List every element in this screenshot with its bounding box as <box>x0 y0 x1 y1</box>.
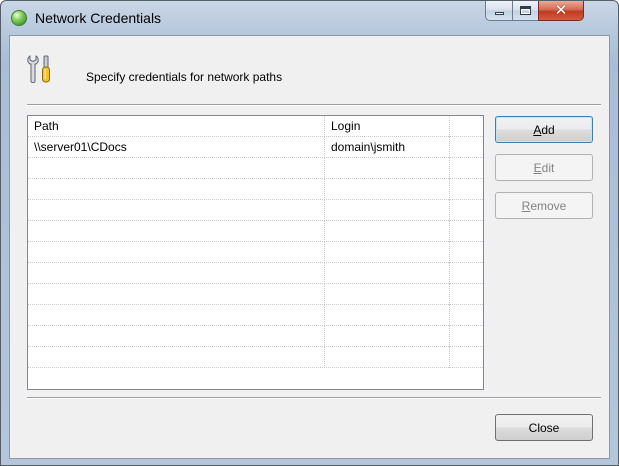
table-cell <box>450 305 483 326</box>
table-cell <box>325 284 450 305</box>
table-cell <box>450 263 483 284</box>
table-row[interactable] <box>28 263 483 284</box>
separator <box>27 104 601 106</box>
column-header[interactable]: Path <box>28 116 325 137</box>
column-header[interactable]: Login <box>325 116 450 137</box>
table-cell <box>450 221 483 242</box>
table-cell <box>325 347 450 368</box>
maximize-icon <box>520 6 531 15</box>
table-row[interactable] <box>28 284 483 305</box>
table-cell <box>450 284 483 305</box>
table-row[interactable] <box>28 200 483 221</box>
table-row[interactable]: \\server01\CDocs domain\jsmith <box>28 137 483 158</box>
header-description: Specify credentials for network paths <box>86 70 283 84</box>
table-cell <box>28 347 325 368</box>
table-cell <box>325 242 450 263</box>
table-row[interactable] <box>28 347 483 368</box>
table-cell <box>325 305 450 326</box>
minimize-icon <box>494 12 504 15</box>
title-bar[interactable]: Network Credentials ✕ <box>1 1 618 35</box>
remove-button-label: emove <box>530 198 567 213</box>
table-cell <box>325 158 450 179</box>
remove-button-mnemonic: R <box>521 198 531 213</box>
table-row[interactable] <box>28 158 483 179</box>
table-cell <box>325 179 450 200</box>
table-row[interactable] <box>28 221 483 242</box>
column-header[interactable] <box>450 116 483 137</box>
table-cell <box>450 200 483 221</box>
close-window-button[interactable]: ✕ <box>538 1 584 21</box>
edit-button[interactable]: Edit <box>495 154 593 181</box>
wrench-screwdriver-icon <box>27 55 50 83</box>
table-row[interactable] <box>28 179 483 200</box>
table-cell: domain\jsmith <box>325 137 450 158</box>
edit-button-mnemonic: E <box>533 160 542 175</box>
dialog-window: Network Credentials ✕ Specify credential… <box>0 0 619 466</box>
table-cell <box>450 179 483 200</box>
table-cell <box>450 137 483 158</box>
maximize-button[interactable] <box>512 1 539 21</box>
remove-button[interactable]: Remove <box>495 192 593 219</box>
table-cell <box>450 326 483 347</box>
table-cell <box>450 158 483 179</box>
table-cell <box>28 305 325 326</box>
table-cell <box>325 263 450 284</box>
table-cell <box>325 326 450 347</box>
dialog-client-area: Specify credentials for network paths Pa… <box>9 35 610 459</box>
table-cell <box>325 200 450 221</box>
table-cell <box>28 284 325 305</box>
table-cell <box>325 221 450 242</box>
table-row[interactable] <box>28 326 483 347</box>
table-cell <box>28 221 325 242</box>
table-cell <box>28 200 325 221</box>
table-cell <box>28 242 325 263</box>
table-header-row: Path Login <box>28 116 483 137</box>
table-row[interactable] <box>28 305 483 326</box>
add-button-label: dd <box>541 122 555 137</box>
close-button[interactable]: Close <box>495 414 593 441</box>
table-cell <box>28 326 325 347</box>
separator <box>27 397 601 399</box>
green-orb-icon <box>11 10 27 26</box>
table-cell <box>28 179 325 200</box>
credentials-table[interactable]: Path Login \\server01\CDocs domain\jsmith <box>27 115 484 390</box>
table-cell <box>28 158 325 179</box>
window-title: Network Credentials <box>35 10 162 26</box>
table-cell <box>28 263 325 284</box>
close-icon: ✕ <box>554 2 568 19</box>
edit-button-label: dit <box>541 160 555 175</box>
table-row[interactable] <box>28 242 483 263</box>
minimize-button[interactable] <box>485 1 513 21</box>
table-cell <box>450 347 483 368</box>
table-cell: \\server01\CDocs <box>28 137 325 158</box>
add-button[interactable]: Add <box>495 116 593 143</box>
add-button-mnemonic: A <box>533 122 542 137</box>
table-cell <box>450 242 483 263</box>
